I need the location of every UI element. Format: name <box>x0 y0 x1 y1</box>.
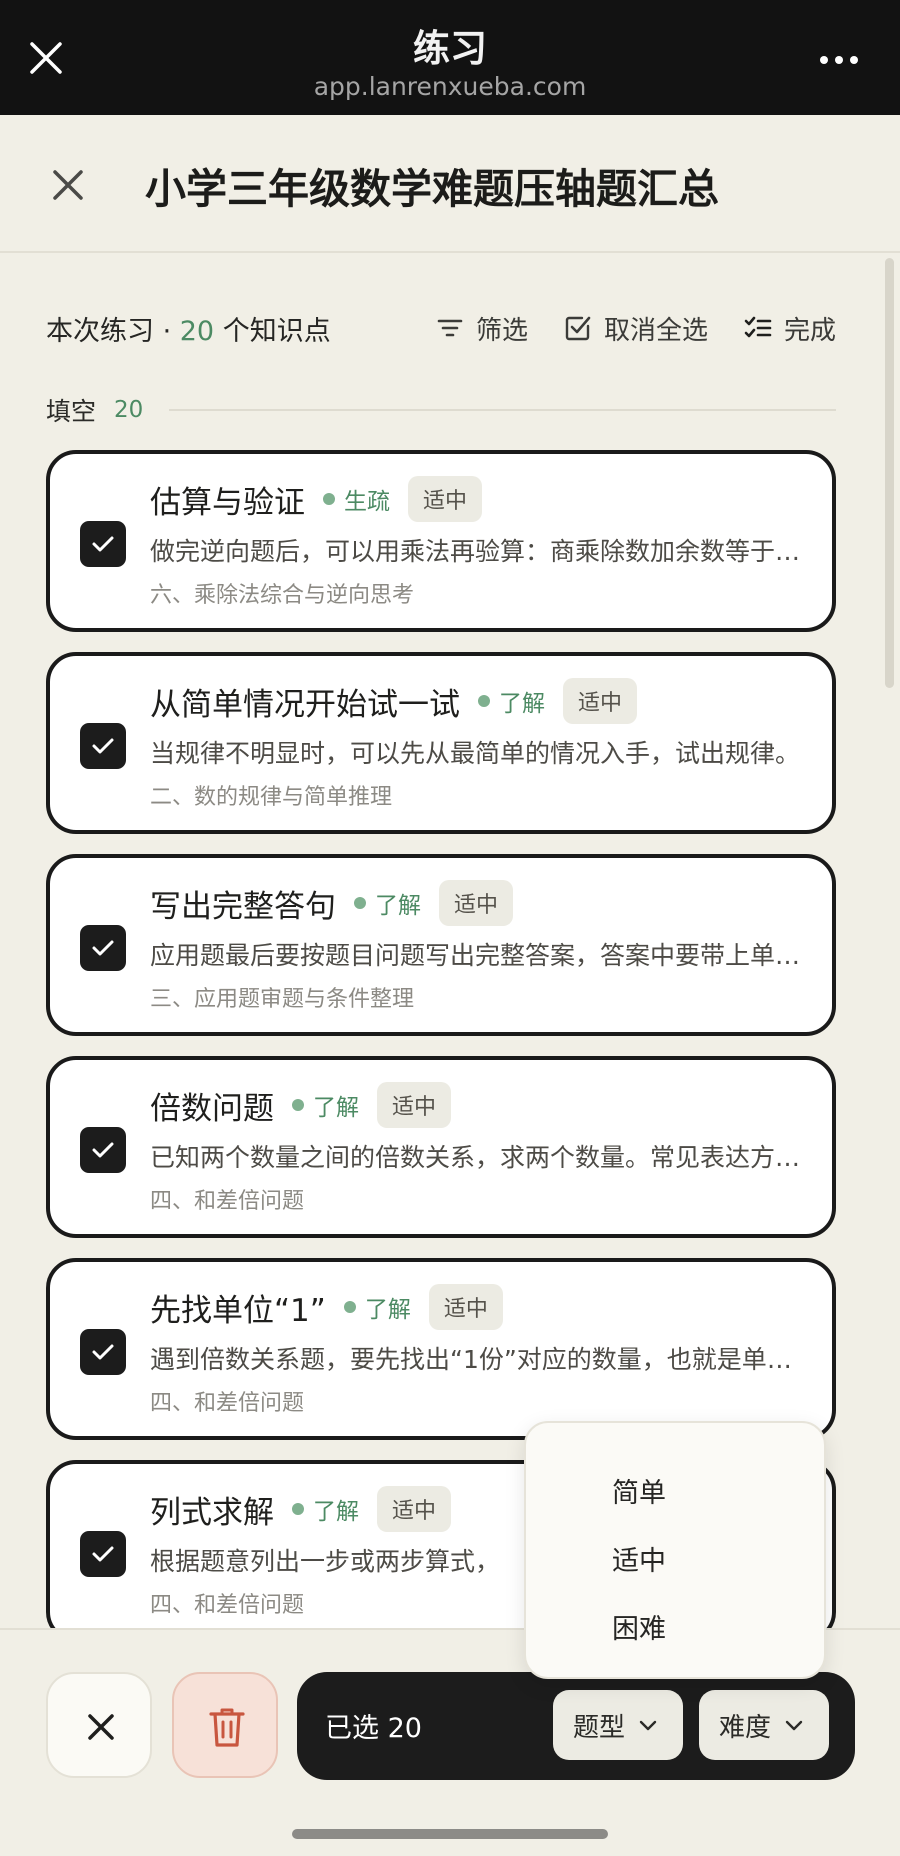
summary-suffix: 个知识点 <box>214 315 331 347</box>
checkmark-icon <box>92 536 114 552</box>
section-header: 填空 20 <box>46 392 836 428</box>
card-title: 先找单位“1” <box>150 1292 326 1329</box>
scrollbar[interactable] <box>885 258 894 688</box>
card-description: 应用题最后要按题目问题写出完整答案，答案中要带上单位。 <box>150 941 810 970</box>
chevron-down-icon <box>785 1720 803 1731</box>
level-dot <box>292 1503 304 1515</box>
delete-button[interactable] <box>172 1672 278 1778</box>
more-options-icon[interactable] <box>820 56 858 64</box>
level-dot <box>323 493 335 505</box>
practice-summary: 本次练习 · 20 个知识点 <box>46 309 331 348</box>
knowledge-card[interactable]: 倍数问题 了解 适中 已知两个数量之间的倍数关系，求两个数量。常见表达方式。 四… <box>46 1056 836 1238</box>
level-dot <box>292 1099 304 1111</box>
card-level: 了解 <box>313 1499 359 1525</box>
card-title: 从简单情况开始试一试 <box>150 686 460 723</box>
browser-top-bar: 练习 app.lanrenxueba.com <box>0 0 900 115</box>
card-chapter: 四、和差倍问题 <box>150 1593 305 1618</box>
deselect-all-button[interactable]: 取消全选 <box>562 310 708 347</box>
card-description: 做完逆向题后，可以用乘法再验算：商乘除数加余数等于被除数。 <box>150 537 810 566</box>
card-checkbox[interactable] <box>80 1127 126 1173</box>
difficulty-menu: 简单 适中 困难 <box>524 1421 826 1679</box>
card-chapter: 四、和差倍问题 <box>150 1189 305 1214</box>
menu-option-easy[interactable]: 简单 <box>612 1471 666 1510</box>
knowledge-card[interactable]: 写出完整答句 了解 适中 应用题最后要按题目问题写出完整答案，答案中要带上单位。… <box>46 854 836 1036</box>
checkmark-icon <box>92 1344 114 1360</box>
card-description: 已知两个数量之间的倍数关系，求两个数量。常见表达方式。 <box>150 1143 810 1172</box>
card-level: 生疏 <box>344 489 390 515</box>
difficulty-tag: 适中 <box>377 1486 452 1532</box>
cancel-selection-button[interactable] <box>46 1672 152 1778</box>
browser-title: 练习 <box>413 27 487 70</box>
selected-count: 已选 20 <box>325 1706 422 1745</box>
menu-option-hard[interactable]: 困难 <box>612 1607 666 1646</box>
filter-label: 筛选 <box>475 315 528 346</box>
card-checkbox[interactable] <box>80 925 126 971</box>
card-checkbox[interactable] <box>80 521 126 567</box>
close-icon <box>88 1714 114 1740</box>
difficulty-tag: 适中 <box>377 1082 452 1128</box>
knowledge-card[interactable]: 估算与验证 生疏 适中 做完逆向题后，可以用乘法再验算：商乘除数加余数等于被除数… <box>46 450 836 632</box>
filter-button[interactable]: 筛选 <box>434 310 528 347</box>
page-title: 小学三年级数学难题压轴题汇总 <box>145 165 719 213</box>
filter-icon <box>437 319 463 337</box>
level-dot <box>354 897 366 909</box>
summary-prefix: 本次练习 · <box>46 315 180 347</box>
home-indicator <box>292 1829 608 1839</box>
card-checkbox[interactable] <box>80 723 126 769</box>
card-level: 了解 <box>364 1297 411 1323</box>
selection-bar: 已选 20 题型 难度 <box>297 1672 855 1780</box>
checkbox-icon <box>565 316 591 341</box>
section-count: 20 <box>114 397 144 423</box>
card-chapter: 二、数的规律与简单推理 <box>150 785 393 810</box>
card-description: 当规律不明显时，可以先从最简单的情况入手，试出规律。 <box>150 739 801 768</box>
checkmark-icon <box>92 1546 114 1562</box>
card-title: 倍数问题 <box>150 1090 274 1127</box>
difficulty-tag: 适中 <box>563 678 638 724</box>
done-button[interactable]: 完成 <box>742 310 836 347</box>
checkmark-icon <box>92 738 114 754</box>
practice-toolbar: 本次练习 · 20 个知识点 筛选 取消全选 完成 <box>46 305 836 351</box>
done-label: 完成 <box>783 315 836 346</box>
card-title: 写出完整答句 <box>150 888 336 925</box>
knowledge-card[interactable]: 从简单情况开始试一试 了解 适中 当规律不明显时，可以先从最简单的情况入手，试出… <box>46 652 836 834</box>
section-label: 填空 <box>46 397 97 426</box>
card-level: 了解 <box>313 1095 359 1121</box>
card-checkbox[interactable] <box>80 1531 126 1577</box>
selected-number: 20 <box>387 1713 422 1744</box>
card-level: 了解 <box>375 893 421 919</box>
card-chapter: 四、和差倍问题 <box>150 1391 305 1416</box>
deselect-all-label: 取消全选 <box>603 315 708 346</box>
knowledge-card[interactable]: 先找单位“1” 了解 适中 遇到倍数关系题，要先找出“1份”对应的数量，也就是单… <box>46 1258 836 1440</box>
difficulty-dropdown[interactable]: 难度 <box>699 1690 829 1760</box>
card-chapter: 六、乘除法综合与逆向思考 <box>150 583 415 608</box>
card-level: 了解 <box>499 691 545 717</box>
section-divider <box>169 409 836 411</box>
level-dot <box>343 1301 356 1313</box>
trash-icon <box>209 1708 245 1747</box>
card-description: 遇到倍数关系题，要先找出“1份”对应的数量，也就是单位。 <box>150 1345 810 1374</box>
page-header: 小学三年级数学难题压轴题汇总 <box>0 115 900 253</box>
checkmark-icon <box>92 940 114 956</box>
checkmark-icon <box>92 1142 114 1158</box>
difficulty-tag: 适中 <box>408 476 483 522</box>
level-dot <box>478 695 490 707</box>
card-chapter: 三、应用题审题与条件整理 <box>150 987 415 1012</box>
close-page-icon[interactable] <box>48 165 88 205</box>
checklist-icon <box>744 316 772 338</box>
browser-url: app.lanrenxueba.com <box>313 72 587 101</box>
difficulty-tag: 适中 <box>439 880 514 926</box>
question-type-label: 题型 <box>573 1712 626 1743</box>
card-checkbox[interactable] <box>80 1329 126 1375</box>
card-title: 列式求解 <box>150 1494 274 1531</box>
summary-count: 20 <box>179 315 215 347</box>
difficulty-label: 难度 <box>719 1712 772 1743</box>
difficulty-tag: 适中 <box>428 1284 503 1330</box>
chevron-down-icon <box>639 1720 657 1731</box>
selected-prefix: 已选 <box>325 1713 379 1744</box>
card-title: 估算与验证 <box>150 484 305 521</box>
menu-option-medium[interactable]: 适中 <box>612 1539 666 1578</box>
question-type-dropdown[interactable]: 题型 <box>553 1690 683 1760</box>
